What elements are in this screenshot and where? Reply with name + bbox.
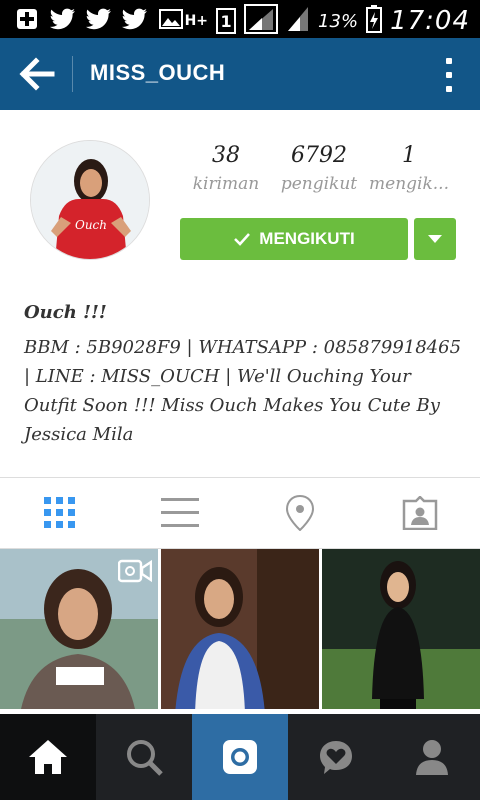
nav-search[interactable]: [96, 714, 192, 800]
location-pin-icon: [285, 495, 315, 531]
photo-grid: [0, 549, 480, 714]
camera-icon: [223, 740, 257, 774]
twitter-icon: [86, 6, 112, 32]
signal-icon: [244, 4, 279, 38]
tab-photo-map[interactable]: [240, 478, 360, 548]
tab-grid-view[interactable]: [0, 478, 120, 548]
list-view-icon: [161, 498, 199, 527]
posts-stat[interactable]: 38 kiriman: [188, 143, 264, 194]
following-label: mengik...: [369, 174, 449, 194]
post-thumbnail[interactable]: [0, 549, 158, 709]
bio-name: Ouch !!!: [24, 302, 107, 323]
add-icon: [14, 6, 40, 32]
nav-home[interactable]: [0, 714, 96, 800]
video-indicator-icon: [118, 559, 152, 583]
app-bar-divider: [72, 56, 73, 92]
tab-tagged-photos[interactable]: [360, 478, 480, 548]
profile-avatar[interactable]: Ouch: [30, 140, 150, 260]
following-stat[interactable]: 1 mengik...: [366, 143, 452, 194]
bio-text: BBM : 5B9028F9 | WHATSAPP : 085879918465…: [24, 337, 462, 445]
overflow-dot: [446, 58, 452, 64]
overflow-menu-button[interactable]: [446, 58, 454, 92]
following-count: 1: [402, 143, 416, 168]
app-bar: MISS_OUCH: [0, 38, 480, 110]
profile-bio: Ouch !!! BBM : 5B9028F9 | WHATSAPP : 085…: [24, 298, 464, 449]
suggestions-dropdown-button[interactable]: [414, 218, 456, 260]
search-icon: [127, 740, 163, 776]
posts-label: kiriman: [192, 174, 260, 194]
battery-percent: 13%: [318, 10, 359, 32]
twitter-icon: [50, 6, 76, 32]
chevron-down-icon: [428, 235, 442, 243]
following-button[interactable]: MENGIKUTI: [180, 218, 408, 260]
check-icon: [234, 233, 251, 246]
overflow-dot: [446, 72, 452, 78]
profile-stats: 38 kiriman 6792 pengikut 1 mengik...: [188, 143, 458, 207]
post-thumbnail[interactable]: [161, 549, 319, 709]
network-type-indicator: H+: [184, 12, 209, 29]
grid-view-icon: [44, 497, 75, 528]
profile-username: MISS_OUCH: [90, 60, 226, 85]
profile-icon: [416, 740, 448, 775]
twitter-icon: [122, 6, 148, 32]
back-button[interactable]: [16, 54, 56, 94]
signal-icon: [286, 5, 310, 37]
home-icon: [29, 740, 67, 774]
gallery-icon: [158, 6, 184, 32]
bottom-navigation: [0, 714, 480, 800]
profile-view-tabs: [0, 477, 480, 549]
nav-camera[interactable]: [192, 714, 288, 800]
following-button-label: MENGIKUTI: [259, 229, 355, 248]
overflow-dot: [446, 86, 452, 92]
post-thumbnail[interactable]: [322, 549, 480, 709]
followers-count: 6792: [291, 143, 347, 168]
followers-label: pengikut: [280, 174, 358, 194]
followers-stat[interactable]: 6792 pengikut: [274, 143, 364, 194]
nav-profile[interactable]: [384, 714, 480, 800]
nav-activity[interactable]: [288, 714, 384, 800]
tagged-photos-icon: [402, 496, 438, 530]
tab-list-view[interactable]: [120, 478, 240, 548]
posts-count: 38: [212, 143, 240, 168]
back-arrow-icon: [19, 57, 55, 91]
clock: 17:04: [390, 6, 470, 36]
activity-icon: [320, 741, 352, 774]
status-bar: H+ 1 13% 17:04: [0, 0, 480, 38]
sim-slot-indicator: 1: [216, 8, 237, 34]
battery-icon: [366, 5, 383, 37]
svg-text:Ouch: Ouch: [75, 218, 107, 232]
